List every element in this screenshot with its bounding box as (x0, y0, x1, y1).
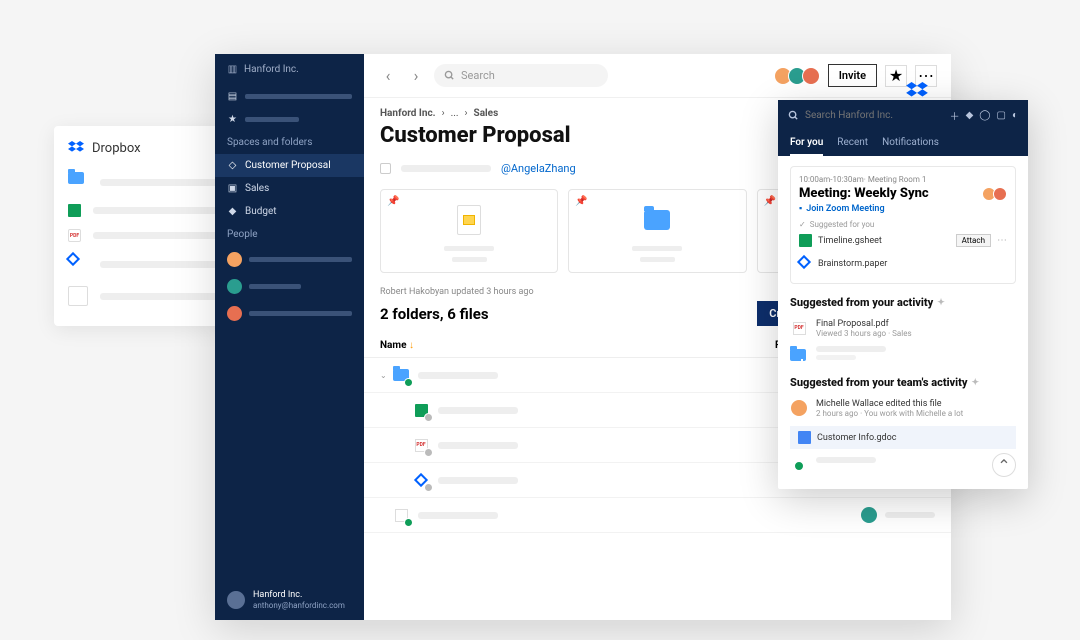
layers-icon[interactable]: ◆ (966, 110, 974, 121)
tab-notifications[interactable]: Notifications (882, 131, 939, 156)
avatar (861, 507, 877, 523)
activity-item[interactable]: Michelle Wallace edited this file2 hours… (790, 395, 1016, 422)
globe-icon[interactable]: ◯ (979, 110, 990, 121)
sidebar-item-budget[interactable]: ◆Budget (215, 200, 364, 223)
scroll-top-button[interactable]: ⌃ (992, 453, 1016, 477)
suggested-file[interactable]: Brainstorm.paper (799, 252, 1007, 275)
checkbox[interactable] (380, 163, 391, 174)
file-chip[interactable]: Customer Info.gdoc (790, 426, 1016, 449)
sidebar-item-customer-proposal[interactable]: ◇Customer Proposal (215, 154, 364, 177)
box-icon: ◇ (227, 160, 238, 171)
sidebar-item-sales[interactable]: ▣Sales (215, 177, 364, 200)
sidebar-person-3[interactable] (215, 300, 364, 327)
user-icon[interactable]: ◐ (1012, 110, 1018, 121)
sidebar-section-label: Spaces and folders (215, 131, 364, 154)
activity-item[interactable]: PDF Final Proposal.pdfViewed 3 hours ago… (790, 315, 1016, 342)
back-button[interactable]: ‹ (378, 66, 398, 86)
budget-icon: ◆ (227, 206, 238, 217)
pin-icon: 📌 (764, 196, 776, 207)
description-skeleton (401, 165, 491, 172)
sidebar: ▥ Hanford Inc. ▤ ★ Spaces and folders ◇C… (215, 54, 364, 620)
bg-title: Dropbox (92, 141, 141, 156)
pinned-card-1[interactable]: 📌 (380, 189, 558, 273)
meeting-card: 10:00am-10:30am· Meeting Room 1 Meeting:… (790, 166, 1016, 284)
mention[interactable]: @AngelaZhang (501, 162, 576, 175)
activity-panel: ＋ ◆ ◯ ▢ ◐ For you Recent Notifications 1… (778, 100, 1028, 489)
section-title: Suggested from your team's activity (790, 376, 968, 389)
section-title: Suggested from your activity (790, 296, 933, 309)
tab-for-you[interactable]: For you (790, 131, 823, 156)
folder-icon: ▣ (227, 183, 238, 194)
search-input[interactable]: Search (434, 64, 608, 87)
avatar (227, 591, 245, 609)
dropbox-icon (68, 140, 84, 156)
search-icon (444, 70, 455, 81)
sort-name[interactable]: Name (380, 340, 406, 351)
file-row[interactable] (364, 498, 951, 533)
sidebar-people-label: People (215, 223, 364, 246)
activity-item[interactable] (790, 453, 1016, 479)
count-text: 2 folders, 6 files (380, 305, 745, 323)
plus-icon[interactable]: ✦ (937, 298, 945, 308)
more-icon[interactable]: ⋯ (997, 235, 1007, 246)
pin-icon: 📌 (575, 196, 587, 207)
sidebar-person-2[interactable] (215, 273, 364, 300)
sidebar-footer[interactable]: Hanford Inc. anthony@hanfordinc.com (215, 580, 364, 620)
tab-recent[interactable]: Recent (837, 131, 868, 156)
building-icon: ▥ (227, 64, 238, 75)
forward-button[interactable]: › (406, 66, 426, 86)
plus-icon[interactable]: ✦ (972, 378, 980, 388)
sidebar-nav-1[interactable]: ▤ (215, 85, 364, 108)
topbar: ‹ › Search Invite ★ ⋯ (364, 54, 951, 98)
pin-icon: 📌 (387, 196, 399, 207)
panel-search[interactable]: ＋ ◆ ◯ ▢ ◐ (778, 100, 1028, 131)
join-meeting-link[interactable]: Join Zoom Meeting (806, 204, 884, 214)
dropbox-icon (906, 82, 928, 101)
sidebar-person-1[interactable] (215, 246, 364, 273)
star-button[interactable]: ★ (885, 65, 907, 87)
pinned-card-2[interactable]: 📌 (568, 189, 746, 273)
suggested-file[interactable]: Timeline.gsheet Attach ⋯ (799, 229, 1007, 252)
member-avatars[interactable] (778, 67, 820, 85)
invite-button[interactable]: Invite (828, 64, 877, 87)
attach-button[interactable]: Attach (956, 234, 991, 247)
folder-icon[interactable]: ▢ (997, 110, 1006, 121)
sidebar-nav-2[interactable]: ★ (215, 108, 364, 131)
add-icon[interactable]: ＋ (950, 108, 960, 123)
activity-item[interactable] (790, 342, 1016, 368)
sidebar-org[interactable]: ▥ Hanford Inc. (215, 54, 364, 85)
